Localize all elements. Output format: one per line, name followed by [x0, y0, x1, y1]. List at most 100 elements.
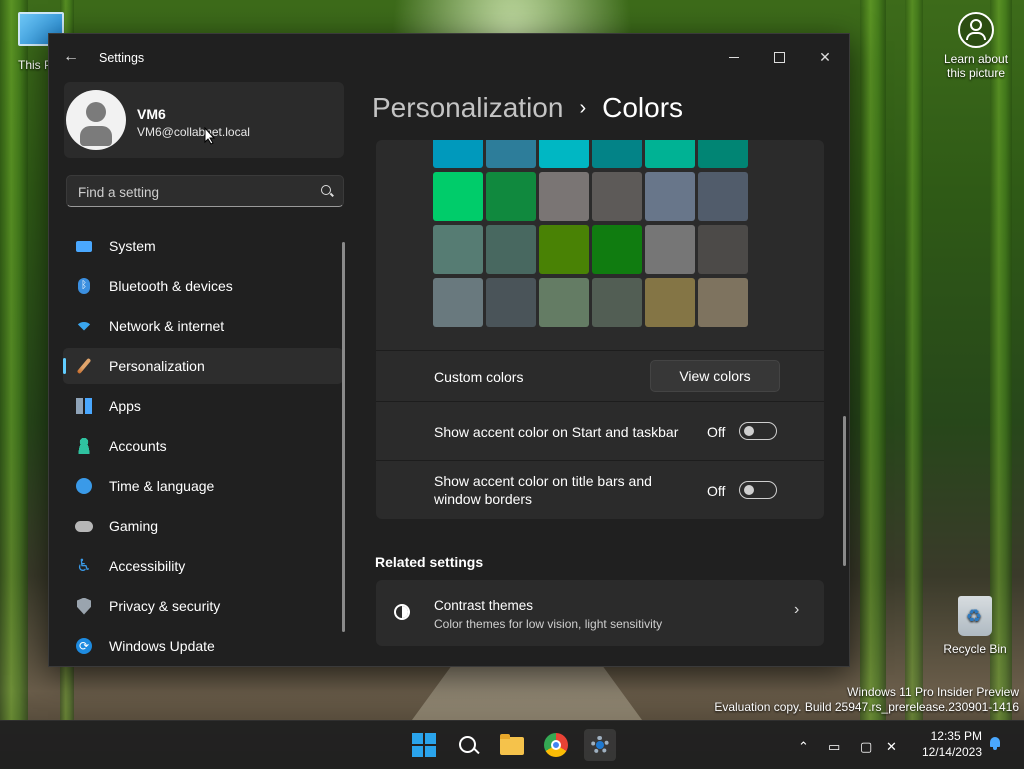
color-swatch[interactable] — [592, 140, 642, 168]
title-bar[interactable]: ← Settings ✕ — [49, 34, 849, 82]
wallpaper-bamboo — [905, 0, 923, 720]
color-swatch[interactable] — [645, 172, 695, 221]
sidebar-item-apps[interactable]: Apps — [63, 388, 343, 424]
sidebar-item-accounts[interactable]: Accounts — [63, 428, 343, 464]
contrast-icon — [394, 604, 410, 620]
color-swatch[interactable] — [539, 278, 589, 327]
close-button[interactable]: ✕ — [805, 42, 845, 72]
start-button[interactable] — [408, 729, 440, 761]
build-watermark: Windows 11 Pro Insider Preview Evaluatio… — [714, 685, 1019, 715]
user-profile-card[interactable]: VM6 VM6@collabnet.local — [64, 82, 344, 158]
color-swatch[interactable] — [433, 225, 483, 274]
color-swatch[interactable] — [539, 225, 589, 274]
network-offline-icon[interactable]: ▭ — [828, 739, 840, 755]
volume-muted-icon[interactable]: ✕ — [886, 739, 897, 755]
shield-icon — [75, 597, 93, 615]
sidebar-scrollbar[interactable] — [342, 242, 345, 632]
sidebar-item-label: Gaming — [109, 518, 159, 534]
breadcrumb-parent[interactable]: Personalization — [372, 92, 563, 123]
sidebar-item-label: Bluetooth & devices — [109, 278, 233, 294]
show-hidden-icons-chevron[interactable]: ⌃ — [798, 739, 809, 755]
color-swatch[interactable] — [433, 278, 483, 327]
avatar — [66, 90, 126, 150]
minimize-button[interactable] — [714, 42, 754, 72]
sidebar-item-gaming[interactable]: Gaming — [63, 508, 343, 544]
color-swatch[interactable] — [698, 140, 748, 168]
wifi-icon — [75, 317, 93, 335]
color-swatch[interactable] — [698, 172, 748, 221]
sidebar-item-network[interactable]: Network & internet — [63, 308, 343, 344]
settings-app-icon[interactable] — [584, 729, 616, 761]
breadcrumb: Personalization › Colors — [372, 92, 683, 124]
accent-titlebar-toggle[interactable] — [739, 481, 777, 499]
color-swatch[interactable] — [486, 140, 536, 168]
accent-titlebar-label-2: window borders — [434, 491, 533, 507]
breadcrumb-separator: › — [579, 97, 587, 119]
accessibility-icon: ♿ — [76, 556, 92, 575]
window-title: Settings — [99, 51, 145, 65]
learn-about-picture[interactable]: Learn about this picture — [936, 12, 1016, 80]
content-scrollbar[interactable] — [843, 416, 846, 566]
search-input[interactable] — [76, 182, 320, 202]
sidebar-item-label: Personalization — [109, 358, 205, 374]
sidebar-item-label: Windows Update — [109, 638, 215, 654]
sidebar-item-personalization[interactable]: Personalization — [63, 348, 343, 384]
back-arrow-icon[interactable]: ← — [63, 48, 79, 66]
color-swatch[interactable] — [645, 225, 695, 274]
color-swatch[interactable] — [698, 225, 748, 274]
accent-taskbar-toggle[interactable] — [739, 422, 777, 440]
taskbar-search-icon[interactable] — [452, 729, 484, 761]
color-swatch[interactable] — [645, 278, 695, 327]
color-swatch[interactable] — [433, 140, 483, 168]
custom-colors-label: Custom colors — [434, 369, 524, 385]
accent-titlebar-state: Off — [707, 483, 726, 499]
accent-taskbar-row: Show accent color on Start and taskbar O… — [376, 402, 824, 460]
clock-time: 12:35 PM — [930, 729, 982, 743]
related-settings-heading: Related settings — [375, 554, 484, 570]
color-swatch[interactable] — [486, 172, 536, 221]
display-icon[interactable]: ▢ — [860, 739, 872, 755]
chrome-icon[interactable] — [540, 729, 572, 761]
color-swatch[interactable] — [592, 278, 642, 327]
accent-titlebar-label-1: Show accent color on title bars and — [434, 473, 652, 489]
color-swatch[interactable] — [486, 278, 536, 327]
sidebar-item-time-language[interactable]: Time & language — [63, 468, 343, 504]
search-box[interactable] — [66, 175, 344, 207]
sidebar-item-label: Network & internet — [109, 318, 225, 334]
accent-taskbar-state: Off — [707, 424, 726, 440]
sidebar-item-system[interactable]: System — [63, 228, 343, 264]
view-colors-button[interactable]: View colors — [650, 360, 780, 392]
maximize-button[interactable] — [759, 42, 799, 72]
sidebar-nav: System ᛒ Bluetooth & devices Network & i… — [63, 228, 343, 666]
taskbar-clock[interactable]: 12:35 PM 12/14/2023 — [920, 728, 982, 760]
sidebar-item-windows-update[interactable]: ⟳ Windows Update — [63, 628, 343, 664]
color-swatch[interactable] — [592, 225, 642, 274]
contrast-themes-link[interactable]: Contrast themes Color themes for low vis… — [376, 580, 824, 646]
sidebar-item-label: Accessibility — [109, 558, 186, 574]
color-swatch[interactable] — [486, 225, 536, 274]
gamepad-icon — [75, 517, 93, 535]
accent-color-palette — [376, 140, 824, 350]
sidebar-item-bluetooth[interactable]: ᛒ Bluetooth & devices — [63, 268, 343, 304]
color-swatch[interactable] — [539, 140, 589, 168]
color-swatch[interactable] — [433, 172, 483, 221]
file-explorer-icon[interactable] — [496, 729, 528, 761]
learn-picture-icon — [958, 12, 994, 48]
settings-window: ← Settings ✕ VM6 VM6@collabnet.local Sys… — [48, 33, 850, 667]
contrast-themes-title: Contrast themes — [434, 598, 534, 613]
apps-icon — [75, 397, 93, 415]
sidebar-item-label: Privacy & security — [109, 598, 221, 614]
mouse-cursor-icon — [204, 127, 216, 145]
search-icon[interactable] — [321, 185, 331, 195]
recycle-bin[interactable]: ♻ Recycle Bin — [940, 596, 1010, 656]
color-swatch[interactable] — [592, 172, 642, 221]
sidebar-item-accessibility[interactable]: ♿ Accessibility — [63, 548, 343, 584]
color-swatch[interactable] — [539, 172, 589, 221]
color-swatch[interactable] — [645, 140, 695, 168]
globe-clock-icon — [75, 477, 93, 495]
sidebar-item-privacy[interactable]: Privacy & security — [63, 588, 343, 624]
color-swatch[interactable] — [698, 278, 748, 327]
notification-bell-icon[interactable] — [988, 736, 1002, 750]
sidebar-item-label: Apps — [109, 398, 141, 414]
custom-colors-row: Custom colors View colors — [376, 351, 824, 401]
